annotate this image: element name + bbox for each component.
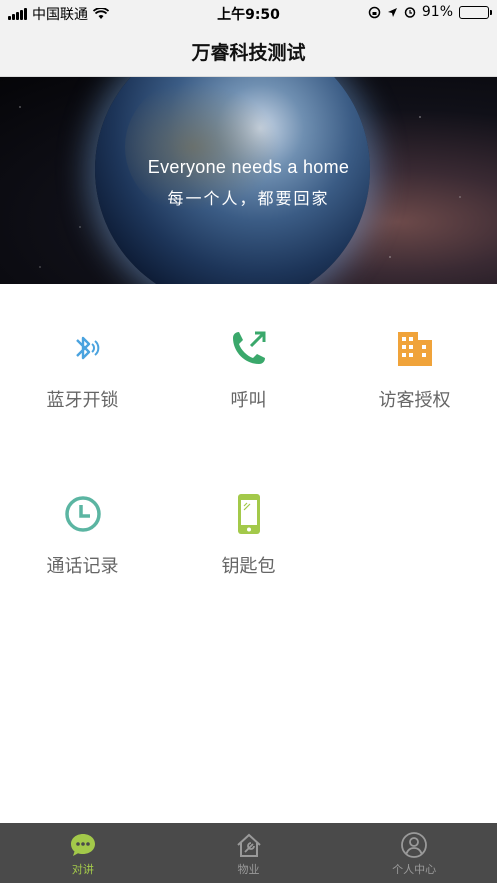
tab-intercom[interactable]: 对讲 [0, 823, 166, 883]
banner-headline-en: Everyone needs a home [147, 157, 350, 177]
grid-item-label: 蓝牙开锁 [46, 390, 119, 411]
tab-bar: 对讲 物业 个人中心 [0, 823, 497, 883]
grid-item-call[interactable]: 呼叫 [166, 326, 331, 412]
status-bar: 中国联通 上午9:50 91% [0, 0, 497, 26]
chat-bubble-icon [70, 834, 95, 856]
battery-percent: 91% [421, 4, 453, 20]
phone-call-icon [232, 331, 265, 364]
banner-headline-cn: 每一个人，都要回家 [167, 189, 330, 208]
alarm-icon [404, 7, 416, 18]
building-icon [397, 332, 432, 366]
grid-item-visitor-auth[interactable]: 访客授权 [332, 326, 497, 412]
grid-item-label: 钥匙包 [221, 556, 276, 577]
clock-icon [64, 496, 101, 532]
grid-item-label: 访客授权 [378, 390, 451, 411]
grid-item-call-history[interactable]: 通话记录 [0, 492, 165, 578]
house-tools-icon [236, 833, 261, 857]
top-bar: 中国联通 上午9:50 91% 万睿科技测试 [0, 0, 497, 77]
tab-profile[interactable]: 个人中心 [331, 823, 497, 883]
grid-item-label: 呼叫 [230, 390, 267, 411]
bluetooth-icon [75, 336, 99, 360]
tab-label: 对讲 [71, 863, 94, 876]
grid-item-bluetooth-unlock[interactable]: 蓝牙开锁 [0, 326, 165, 412]
tab-property[interactable]: 物业 [166, 823, 332, 883]
grid-item-label: 通话记录 [46, 556, 119, 577]
banner[interactable]: Everyone needs a home 每一个人，都要回家 [0, 77, 497, 284]
location-icon [387, 7, 397, 17]
battery-icon [459, 5, 492, 19]
phone-device-icon [237, 494, 260, 534]
page-title: 万睿科技测试 [191, 42, 306, 64]
rotation-lock-icon [368, 6, 381, 18]
grid-item-key-wallet[interactable]: 钥匙包 [166, 492, 331, 578]
person-icon [401, 832, 428, 858]
tab-label: 物业 [237, 863, 260, 876]
tab-label: 个人中心 [392, 863, 437, 876]
earth-image [95, 77, 370, 284]
